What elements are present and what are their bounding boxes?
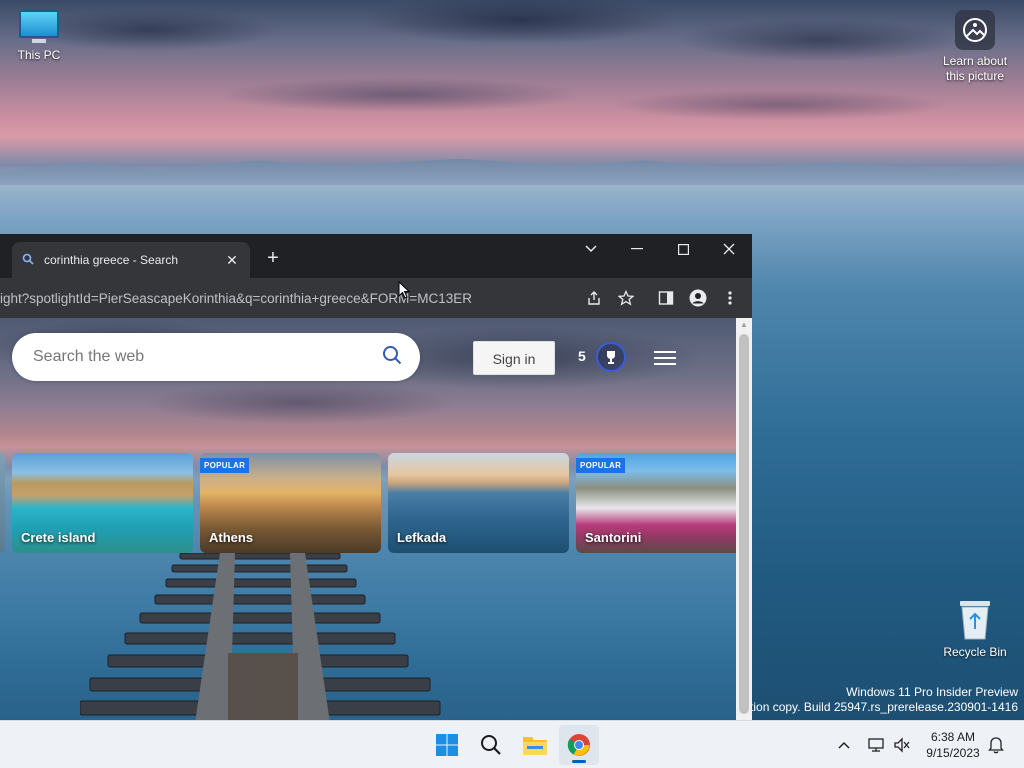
monitor-icon	[19, 10, 59, 44]
card-label: Lefkada	[397, 530, 447, 545]
start-icon[interactable]	[427, 725, 467, 765]
maximize-icon[interactable]	[660, 234, 706, 264]
vertical-scrollbar[interactable]: ▲	[736, 318, 752, 720]
side-panel-icon[interactable]	[654, 286, 678, 310]
camera-icon	[955, 10, 995, 50]
watermark-line: uation copy. Build 25947.rs_prerelease.2…	[736, 700, 1018, 714]
card-athens[interactable]: POPULAR Athens	[200, 453, 381, 553]
popular-badge: POPULAR	[200, 458, 250, 473]
desktop-icon-label: Recycle Bin	[943, 645, 1007, 659]
desktop-icon-label: this picture	[945, 69, 1005, 83]
pier-image	[80, 553, 441, 720]
card-santorini[interactable]: POPULAR Santorini	[576, 453, 736, 553]
desktop-icon-label: Learn about	[942, 54, 1008, 68]
menu-hamburger-icon[interactable]	[654, 351, 676, 365]
search-icon[interactable]	[471, 725, 511, 765]
profile-icon[interactable]	[686, 286, 710, 310]
tab-strip: corinthia greece - Search ✕ +	[0, 234, 752, 278]
search-icon[interactable]	[382, 345, 402, 370]
taskbar: 6:38 AM 9/15/2023	[0, 720, 1024, 768]
desktop-icon-learn-about-picture[interactable]: Learn about this picture	[936, 10, 1014, 84]
windows-watermark: Windows 11 Pro Insider Preview uation co…	[737, 685, 1018, 715]
file-explorer-icon[interactable]	[515, 725, 555, 765]
desktop-icon-this-pc[interactable]: This PC	[0, 10, 78, 62]
new-tab-icon[interactable]: +	[262, 248, 284, 270]
more-menu-icon[interactable]	[718, 286, 742, 310]
watermark-line: Windows 11 Pro Insider Preview	[846, 685, 1018, 699]
bookmark-star-icon[interactable]	[614, 286, 638, 310]
chrome-icon[interactable]	[559, 725, 599, 765]
active-app-indicator	[572, 760, 586, 763]
browser-window: corinthia greece - Search ✕ + ight?spotl…	[0, 234, 752, 720]
card-partial[interactable]	[0, 453, 5, 553]
desktop-icon-recycle-bin[interactable]: Recycle Bin	[936, 597, 1014, 659]
minimize-icon[interactable]	[614, 234, 660, 264]
search-favicon-icon	[22, 253, 34, 268]
search-input[interactable]	[33, 348, 382, 366]
card-label: Santorini	[585, 530, 642, 545]
clock-time: 6:38 AM	[930, 730, 976, 744]
wallpaper-mountains	[0, 158, 1024, 185]
sign-in-button[interactable]: Sign in	[473, 341, 555, 375]
notification-bell-icon[interactable]	[985, 734, 1007, 756]
popular-badge: POPULAR	[576, 458, 626, 473]
tab-active[interactable]: corinthia greece - Search ✕	[12, 242, 250, 278]
tab-title: corinthia greece - Search	[44, 253, 179, 267]
card-label: Athens	[209, 530, 254, 545]
card-crete-island[interactable]: Crete island	[12, 453, 193, 553]
browser-toolbar: ight?spotlightId=PierSeascapeKorinthia&q…	[0, 278, 752, 318]
close-window-icon[interactable]	[706, 234, 752, 264]
search-box[interactable]	[12, 333, 420, 381]
card-label: Crete island	[21, 530, 96, 545]
taskbar-clock[interactable]: 6:38 AM 9/15/2023	[918, 729, 988, 761]
address-bar[interactable]: ight?spotlightId=PierSeascapeKorinthia&q…	[0, 285, 575, 313]
trophy-icon[interactable]	[596, 342, 626, 372]
desktop-icon-label: This PC	[17, 48, 61, 62]
network-icon[interactable]	[865, 734, 887, 756]
rewards-points[interactable]: 5	[578, 348, 586, 364]
tab-search-chevron-icon[interactable]	[568, 234, 614, 264]
recycle-bin-icon	[957, 597, 993, 641]
travel-card-strip: Crete island POPULAR Athens Lefkada POPU…	[0, 453, 736, 553]
scroll-up-arrow-icon[interactable]: ▲	[736, 318, 752, 332]
volume-muted-icon[interactable]	[891, 734, 913, 756]
close-tab-icon[interactable]: ✕	[224, 252, 240, 268]
scroll-thumb[interactable]	[739, 334, 749, 714]
chevron-up-icon[interactable]	[833, 734, 855, 756]
clock-date: 9/15/2023	[926, 746, 980, 760]
share-icon[interactable]	[582, 286, 606, 310]
page-viewport: Sign in 5 Crete island POPULAR Athens Le…	[0, 318, 736, 720]
wallpaper-clouds	[0, 0, 1024, 150]
mouse-cursor-icon	[398, 281, 410, 299]
card-lefkada[interactable]: Lefkada	[388, 453, 569, 553]
